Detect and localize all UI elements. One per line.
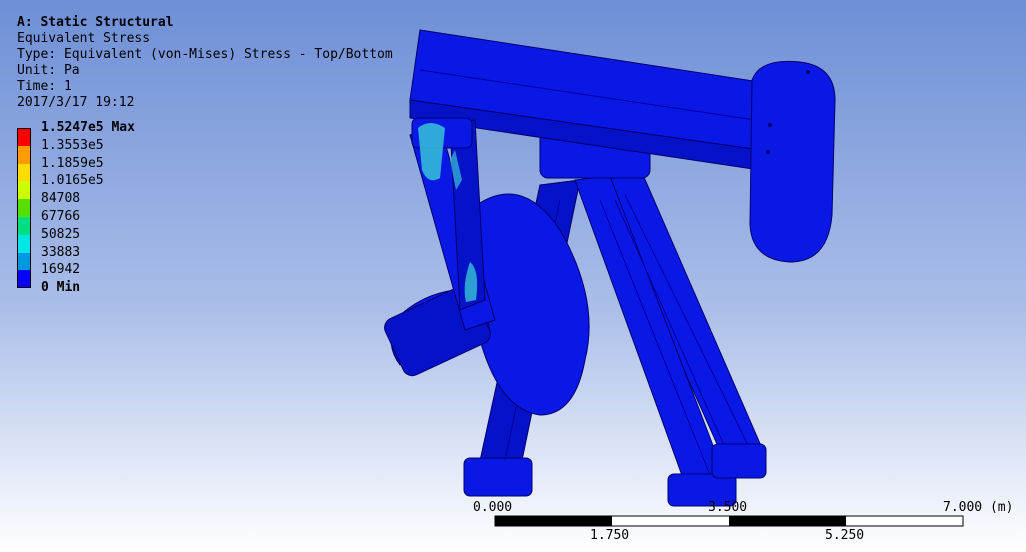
horsehead[interactable] xyxy=(749,60,836,263)
bolt-icon xyxy=(768,123,772,127)
scale-label-quarter: 1.750 xyxy=(590,528,630,543)
scale-label-start: 0.000 xyxy=(473,500,513,515)
scale-label-end: 7.000 (m) xyxy=(943,500,1014,515)
scale-label-three-quarter: 5.250 xyxy=(825,528,865,543)
scale-bar-graphic xyxy=(494,515,964,527)
bolt-icon xyxy=(806,70,810,74)
scale-label-mid: 3.500 xyxy=(708,500,748,515)
front-leg-foot-rear[interactable] xyxy=(711,443,767,479)
bolt-icon xyxy=(766,150,770,154)
pumpjack-model-viewport[interactable] xyxy=(0,0,1026,552)
scale-bar: 0.000 3.500 7.000 (m) 1.750 5.250 xyxy=(470,497,1014,547)
rear-leg-foot[interactable] xyxy=(463,457,533,497)
